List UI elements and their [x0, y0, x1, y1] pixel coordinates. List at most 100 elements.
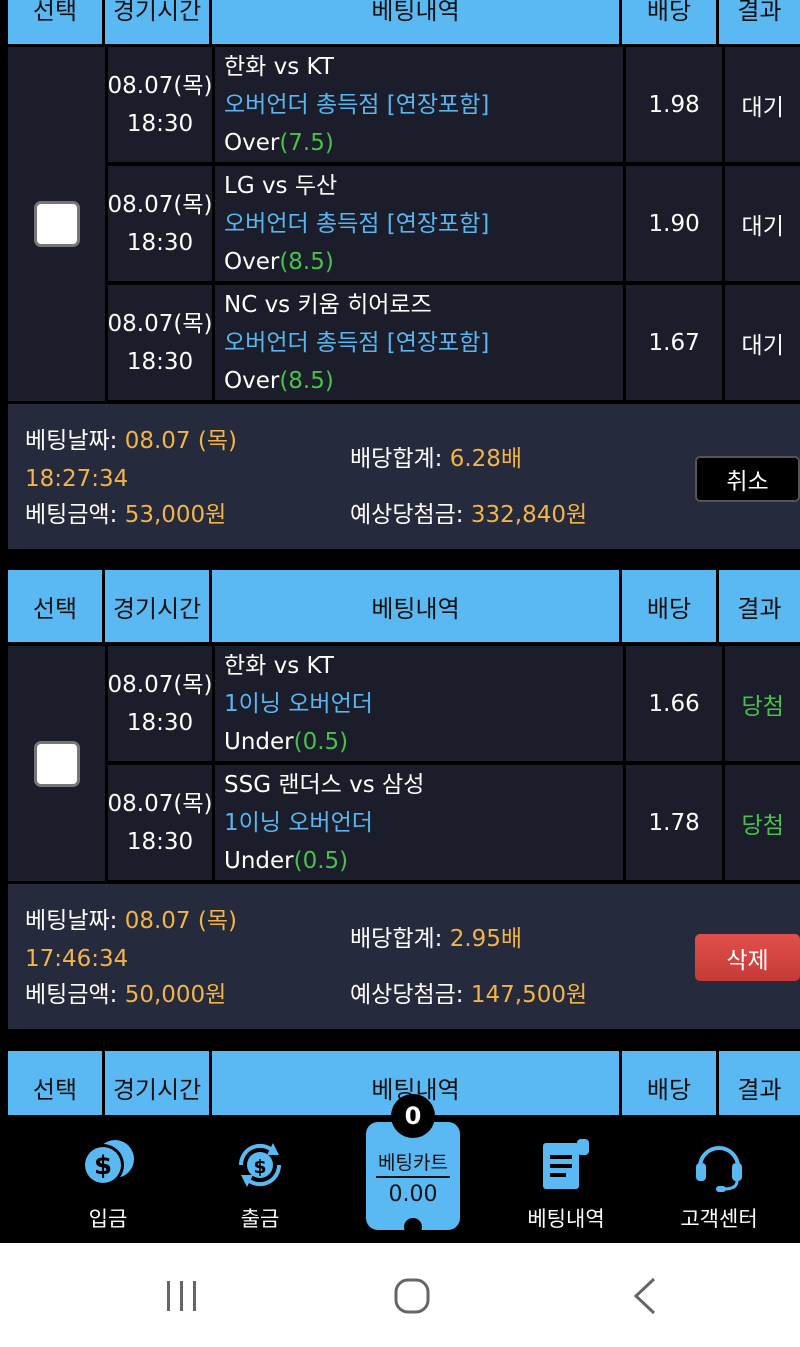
pick-line: (7.5)	[279, 129, 334, 156]
slip-checkbox[interactable]	[33, 201, 80, 247]
pick-label: Over	[224, 367, 280, 394]
nav-deposit[interactable]: $ 입금	[33, 1115, 183, 1243]
game-clock: 18:30	[126, 229, 194, 256]
bet-amount-block: 베팅금액: 50,000원	[25, 976, 226, 1014]
bet-amount-block: 베팅금액: 53,000원	[25, 496, 226, 534]
header-time: 경기시간	[105, 1051, 212, 1115]
header-select: 선택	[8, 1051, 105, 1115]
game-date: 08.07(목)	[107, 191, 213, 218]
bet-cart-notch	[404, 1218, 422, 1236]
nav-customer-center-label: 고객센터	[680, 1207, 758, 1231]
total-odds-label: 배당합계:	[350, 926, 443, 952]
recent-apps-icon[interactable]	[162, 1273, 202, 1319]
bet-amount: 53,000원	[124, 502, 227, 528]
game-clock: 18:30	[126, 828, 194, 855]
nav-bet-history[interactable]: 베팅내역	[491, 1115, 641, 1243]
header-select: 선택	[8, 570, 105, 642]
bet-date-block: 베팅날짜: 08.07 (목) 18:27:34	[25, 422, 237, 498]
odds-value: 1.90	[625, 166, 723, 281]
header-result: 결과	[719, 0, 800, 44]
nav-deposit-label: 입금	[88, 1207, 128, 1231]
game-time: 08.07(목) 18:30	[108, 47, 212, 162]
pick: Under(0.5)	[224, 842, 623, 880]
game-date: 08.07(목)	[107, 671, 213, 698]
header-odds: 배당	[622, 0, 719, 44]
result-status: 대기	[725, 47, 800, 162]
odds-value: 1.98	[625, 47, 723, 162]
pick-line: (0.5)	[293, 847, 349, 874]
bet-cart-total: 0.00	[388, 1182, 438, 1207]
expected-payout-block: 예상당첨금: 147,500원	[350, 976, 587, 1014]
game-time: 08.07(목) 18:30	[108, 765, 212, 880]
svg-text:$: $	[94, 1151, 112, 1181]
expected-payout: 332,840원	[470, 502, 588, 528]
match-name: 한화 vs KT	[224, 652, 334, 679]
header-result: 결과	[719, 1051, 800, 1115]
bet-cart-label: 베팅카트	[378, 1152, 448, 1174]
pick: Under(0.5)	[224, 723, 623, 761]
game-date: 08.07(목)	[107, 790, 213, 817]
bet-details: SSG 랜더스 vs 삼성 1이닝 오버언더 Under(0.5)	[215, 765, 623, 880]
total-odds: 2.95배	[449, 926, 523, 952]
money-cycle-icon: $	[238, 1143, 282, 1187]
nav-withdraw[interactable]: $ 출금	[185, 1115, 335, 1243]
pick-label: Over	[224, 129, 280, 156]
total-odds: 6.28배	[449, 446, 523, 472]
bet-cart-divider	[376, 1176, 450, 1178]
bet-cart-count-badge: 0	[391, 1094, 435, 1138]
select-column	[8, 646, 105, 881]
header-details: 베팅내역	[212, 0, 622, 44]
nav-customer-center[interactable]: 고객센터	[644, 1115, 794, 1243]
cancel-button[interactable]: 취소	[695, 456, 800, 502]
home-icon[interactable]	[390, 1273, 436, 1319]
bet-date-label: 베팅날짜:	[25, 428, 118, 454]
slip-checkbox[interactable]	[33, 740, 80, 787]
back-icon[interactable]	[626, 1273, 666, 1319]
result-status: 당첨	[725, 765, 800, 880]
bet-amount: 50,000원	[124, 982, 227, 1008]
pick-label: Under	[224, 847, 294, 874]
bet-cart-button[interactable]: 베팅카트 0.00	[366, 1122, 460, 1236]
pick-label: Under	[224, 728, 294, 755]
header-details: 베팅내역	[212, 570, 622, 642]
delete-button[interactable]: 삭제	[695, 934, 800, 981]
game-clock: 18:30	[126, 709, 194, 736]
total-odds-block: 배당합계: 6.28배	[350, 440, 522, 478]
table-header: 선택 경기시간 베팅내역 배당 결과	[8, 0, 800, 44]
system-nav-bar	[0, 1243, 800, 1347]
bet-details: LG vs 두산 오버언더 총득점 [연장포함] Over(8.5)	[215, 166, 623, 281]
pick-line: (8.5)	[279, 367, 334, 394]
header-time: 경기시간	[105, 0, 212, 44]
table-row: 08.07(목) 18:30 한화 vs KT 오버언더 총득점 [연장포함] …	[108, 47, 800, 162]
match-name: SSG 랜더스 vs 삼성	[224, 771, 425, 798]
match-name: NC vs 키움 히어로즈	[224, 291, 432, 318]
table-row: 08.07(목) 18:30 한화 vs KT 1이닝 오버언더 Under(0…	[108, 646, 800, 761]
bet-time: 17:46:34	[25, 946, 129, 972]
game-date: 08.07(목)	[107, 310, 213, 337]
game-clock: 18:30	[126, 348, 194, 375]
market-name: 1이닝 오버언더	[224, 809, 373, 836]
slip-summary: 베팅날짜: 08.07 (목) 18:27:34 베팅금액: 53,000원 배…	[8, 404, 800, 549]
match-name: LG vs 두산	[224, 172, 338, 199]
nav-bet-history-label: 베팅내역	[527, 1207, 605, 1231]
market-name: 오버언더 총득점 [연장포함]	[224, 91, 490, 118]
bet-amount-label: 베팅금액:	[25, 982, 118, 1008]
nav-withdraw-label: 출금	[240, 1207, 280, 1231]
total-odds-block: 배당합계: 2.95배	[350, 920, 522, 958]
expected-payout-block: 예상당첨금: 332,840원	[350, 496, 587, 534]
header-time: 경기시간	[105, 570, 212, 642]
pick: Over(8.5)	[224, 362, 623, 400]
bet-date: 08.07 (목)	[124, 428, 237, 454]
market-name: 오버언더 총득점 [연장포함]	[224, 210, 490, 237]
result-status: 대기	[725, 285, 800, 400]
game-time: 08.07(목) 18:30	[108, 285, 212, 400]
market-name: 오버언더 총득점 [연장포함]	[224, 329, 490, 356]
game-clock: 18:30	[126, 110, 194, 137]
pick-label: Over	[224, 248, 280, 275]
header-select: 선택	[8, 0, 105, 44]
bet-amount-label: 베팅금액:	[25, 502, 118, 528]
bet-details: NC vs 키움 히어로즈 오버언더 총득점 [연장포함] Over(8.5)	[215, 285, 623, 400]
expected-payout-label: 예상당첨금:	[350, 982, 464, 1008]
table-row: 08.07(목) 18:30 LG vs 두산 오버언더 총득점 [연장포함] …	[108, 166, 800, 281]
header-odds: 배당	[622, 1051, 719, 1115]
